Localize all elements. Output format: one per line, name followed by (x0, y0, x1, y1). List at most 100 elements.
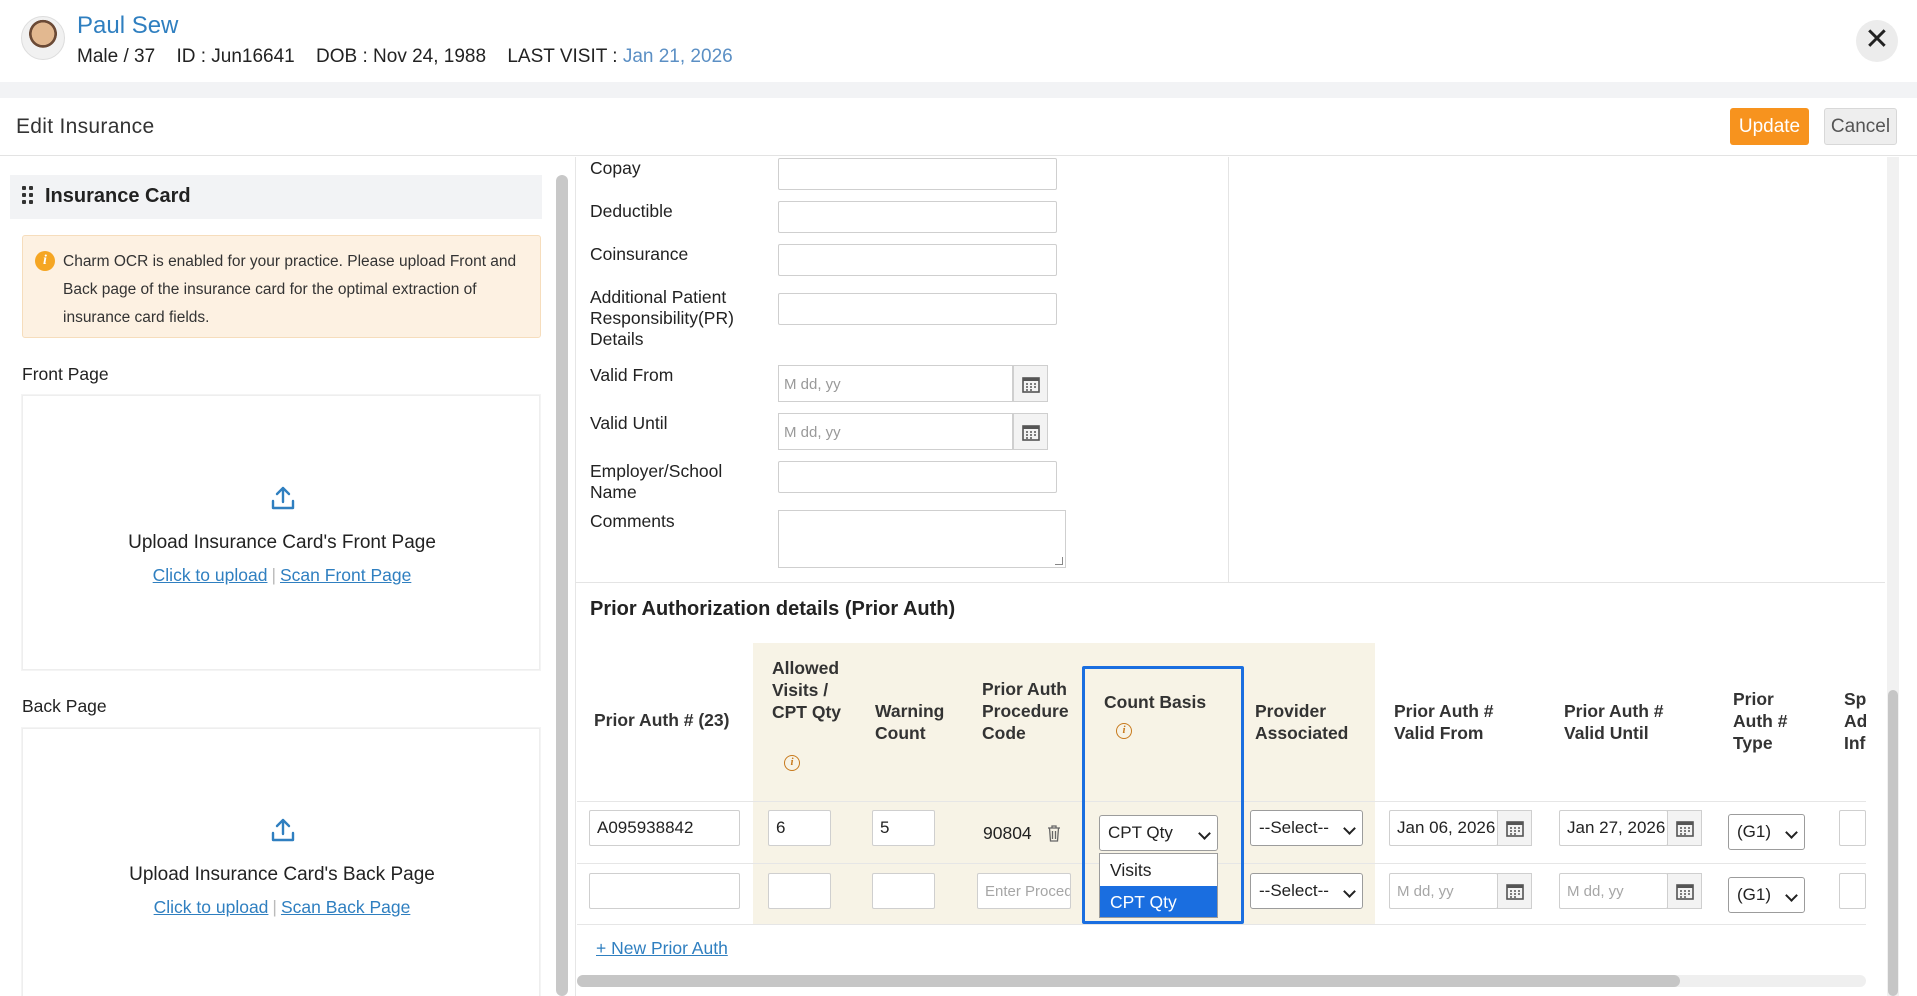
patient-header: Paul Sew Male / 37 ID : Jun16641 DOB : N… (0, 0, 1917, 82)
patient-dob: DOB : Nov 24, 1988 (316, 46, 487, 67)
drag-handle-icon[interactable] (22, 186, 34, 206)
cancel-button[interactable]: Cancel (1824, 108, 1897, 145)
provider-select[interactable]: --Select-- (1250, 810, 1363, 846)
patient-avatar (21, 16, 65, 60)
upload-icon (271, 486, 295, 510)
prior-auth-valid-from-input-empty[interactable]: M dd, yy (1389, 873, 1498, 909)
valid-until-calendar-button[interactable] (1013, 413, 1048, 450)
valid-until-label: Valid Until (590, 413, 668, 433)
prior-auth-type-select-empty[interactable]: (G1) (1728, 877, 1805, 913)
upload-icon (271, 818, 295, 842)
auth-no-input-empty[interactable] (589, 873, 740, 909)
valid-from-input[interactable]: M dd, yy (778, 365, 1013, 402)
prior-auth-type-value: (G1) (1737, 885, 1771, 904)
calendar-icon (1506, 821, 1524, 837)
prior-auth-valid-from-calendar-button[interactable] (1497, 810, 1532, 846)
back-upload-area[interactable]: Upload Insurance Card's Back Page Click … (22, 728, 540, 996)
col-header-special: Sp Ad Inf (1844, 689, 1866, 753)
trash-icon[interactable] (1047, 825, 1061, 842)
col-header-valid-from: Prior Auth # Valid From (1394, 701, 1494, 743)
employer-input[interactable] (778, 461, 1057, 493)
col-header-valid-until: Prior Auth # Valid Until (1564, 701, 1664, 743)
chevron-down-icon (1343, 885, 1356, 898)
prior-auth-title: Prior Authorization details (Prior Auth) (590, 598, 956, 620)
front-upload-title: Upload Insurance Card's Front Page (128, 532, 436, 553)
allowed-visits-input-empty[interactable] (768, 873, 831, 909)
valid-from-calendar-button[interactable] (1013, 365, 1048, 402)
additional-pr-label: Additional Patient Responsibility(PR) De… (590, 287, 734, 349)
back-click-to-upload-link[interactable]: Click to upload (154, 897, 269, 917)
count-basis-dropdown[interactable]: Visits CPT Qty (1099, 853, 1218, 918)
prior-auth-type-select[interactable]: (G1) (1728, 814, 1805, 850)
update-button[interactable]: Update (1730, 108, 1809, 145)
special-info-input[interactable] (1839, 810, 1866, 846)
new-prior-auth-link[interactable]: + New Prior Auth (596, 938, 728, 959)
procedure-code-input[interactable]: Enter Procedure Code (977, 873, 1071, 909)
close-button[interactable]: ✕ (1856, 20, 1898, 62)
left-panel-scrollbar[interactable] (556, 175, 568, 996)
row-divider (577, 924, 1866, 925)
last-visit-value[interactable]: Jan 21, 2026 (623, 46, 733, 67)
front-upload-links: Click to upload | Scan Front Page (152, 565, 412, 585)
resize-grip-icon[interactable] (1055, 557, 1063, 565)
special-info-input-empty[interactable] (1839, 873, 1866, 909)
info-icon: i (35, 251, 55, 271)
allowed-visits-input[interactable]: 6 (768, 810, 831, 846)
scan-back-page-link[interactable]: Scan Back Page (281, 897, 410, 917)
additional-pr-input[interactable] (778, 293, 1057, 325)
last-visit-label: LAST VISIT : (507, 46, 618, 67)
auth-no-input[interactable]: A095938842 (589, 810, 740, 846)
warning-count-input[interactable]: 5 (872, 810, 935, 846)
front-click-to-upload-link[interactable]: Click to upload (153, 565, 268, 585)
provider-value: --Select-- (1259, 881, 1329, 900)
dropdown-option-cpt-qty[interactable]: CPT Qty (1100, 886, 1217, 917)
ocr-notice: i Charm OCR is enabled for your practice… (22, 235, 541, 338)
scan-front-page-link[interactable]: Scan Front Page (280, 565, 411, 585)
coinsurance-input[interactable] (778, 244, 1057, 276)
calendar-icon (1506, 884, 1524, 900)
back-upload-links: Click to upload | Scan Back Page (153, 897, 411, 917)
back-page-label: Back Page (22, 696, 107, 716)
prior-auth-valid-from-calendar-button[interactable] (1497, 873, 1532, 909)
deductible-input[interactable] (778, 201, 1057, 233)
info-icon[interactable]: i (784, 755, 800, 771)
section-divider (575, 582, 1885, 583)
calendar-icon (1676, 884, 1694, 900)
col-header-proc-code: Prior Auth Procedure Code (982, 679, 1069, 743)
valid-until-input[interactable]: M dd, yy (778, 413, 1013, 450)
calendar-icon (1676, 821, 1694, 837)
column-divider (1228, 157, 1229, 582)
title-bar: Edit Insurance Update Cancel (0, 98, 1917, 156)
right-panel-scrollbar[interactable] (1888, 690, 1898, 996)
prior-auth-valid-until-input-empty[interactable]: M dd, yy (1559, 873, 1668, 909)
prior-auth-valid-until-calendar-button[interactable] (1667, 810, 1702, 846)
copay-input[interactable] (778, 158, 1057, 190)
ocr-notice-text: Charm OCR is enabled for your practice. … (63, 253, 517, 326)
page-title: Edit Insurance (16, 115, 155, 138)
provider-select-empty[interactable]: --Select-- (1250, 873, 1363, 909)
prior-auth-valid-until-input[interactable]: Jan 27, 2026 (1559, 810, 1668, 846)
employer-label: Employer/School Name (590, 461, 723, 502)
col-header-warning: Warning Count (875, 701, 945, 743)
insurance-card-panel: Insurance Card i Charm OCR is enabled fo… (0, 157, 552, 996)
front-upload-area[interactable]: Upload Insurance Card's Front Page Click… (22, 395, 540, 670)
insurance-card-header: Insurance Card (10, 175, 542, 219)
valid-from-label: Valid From (590, 365, 674, 385)
col-header-allowed: Allowed Visits / CPT Qty i (772, 643, 854, 801)
dropdown-option-visits[interactable]: Visits (1100, 854, 1217, 885)
warning-count-input-empty[interactable] (872, 873, 935, 909)
calendar-icon (1022, 377, 1040, 393)
page: Paul Sew Male / 37 ID : Jun16641 DOB : N… (0, 0, 1917, 996)
prior-auth-valid-from-input[interactable]: Jan 06, 2026 (1389, 810, 1498, 846)
col-header-auth-no: Prior Auth # (23) (594, 710, 730, 730)
close-icon: ✕ (1864, 23, 1890, 56)
patient-gender-age: Male / 37 (77, 46, 156, 67)
comments-textarea[interactable] (778, 510, 1066, 568)
prior-auth-type-value: (G1) (1737, 822, 1771, 841)
patient-id: ID : Jun16641 (176, 46, 295, 67)
prior-auth-valid-until-calendar-button[interactable] (1667, 873, 1702, 909)
front-page-label: Front Page (22, 364, 109, 384)
patient-name[interactable]: Paul Sew (77, 12, 178, 40)
coinsurance-label: Coinsurance (590, 244, 689, 264)
table-horizontal-scrollbar[interactable] (577, 975, 1680, 987)
